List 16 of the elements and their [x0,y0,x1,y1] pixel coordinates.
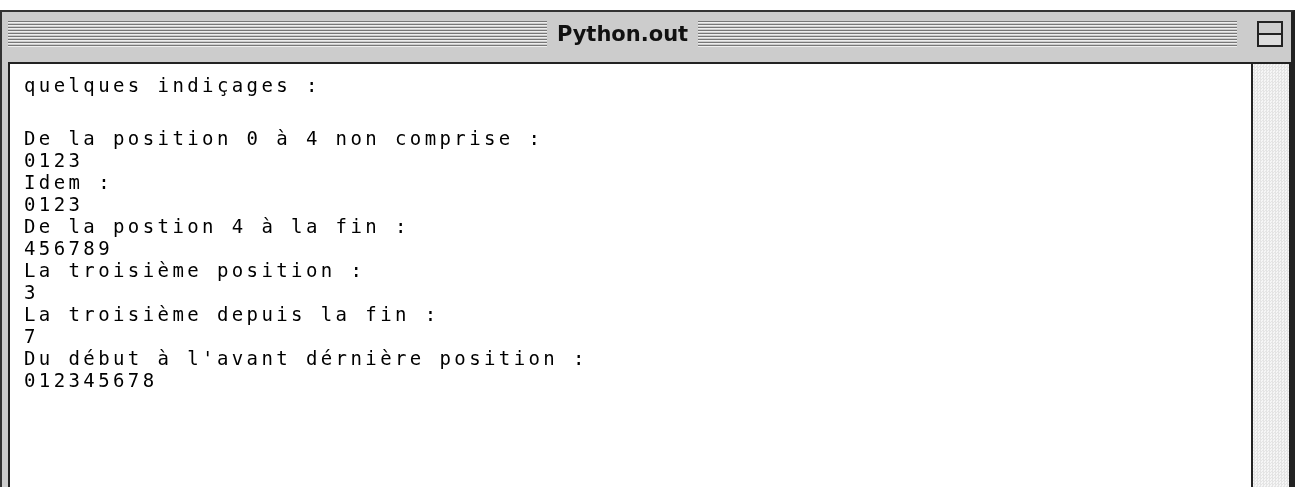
output-line: Idem : [24,171,114,193]
output-line: La troisième position : [24,259,366,281]
window-title: Python.out [555,22,690,46]
output-line: 3 [24,281,39,303]
output-line: De la position 0 à 4 non comprise : [24,127,544,149]
output-line: 012345678 [24,369,158,391]
output-line: La troisième depuis la fin : [24,303,440,325]
output-line: 0123 [24,193,84,215]
collapse-box-icon[interactable] [1257,21,1283,47]
scrollbar-track[interactable] [1253,64,1291,487]
output-line: 7 [24,325,39,347]
output-line: 456789 [24,237,114,259]
output-line: De la postion 4 à la fin : [24,215,410,237]
output-line: Du début à l'avant dérnière position : [24,347,588,369]
output-line: quelques indiçages : [24,74,321,96]
output-line: 0123 [24,149,84,171]
